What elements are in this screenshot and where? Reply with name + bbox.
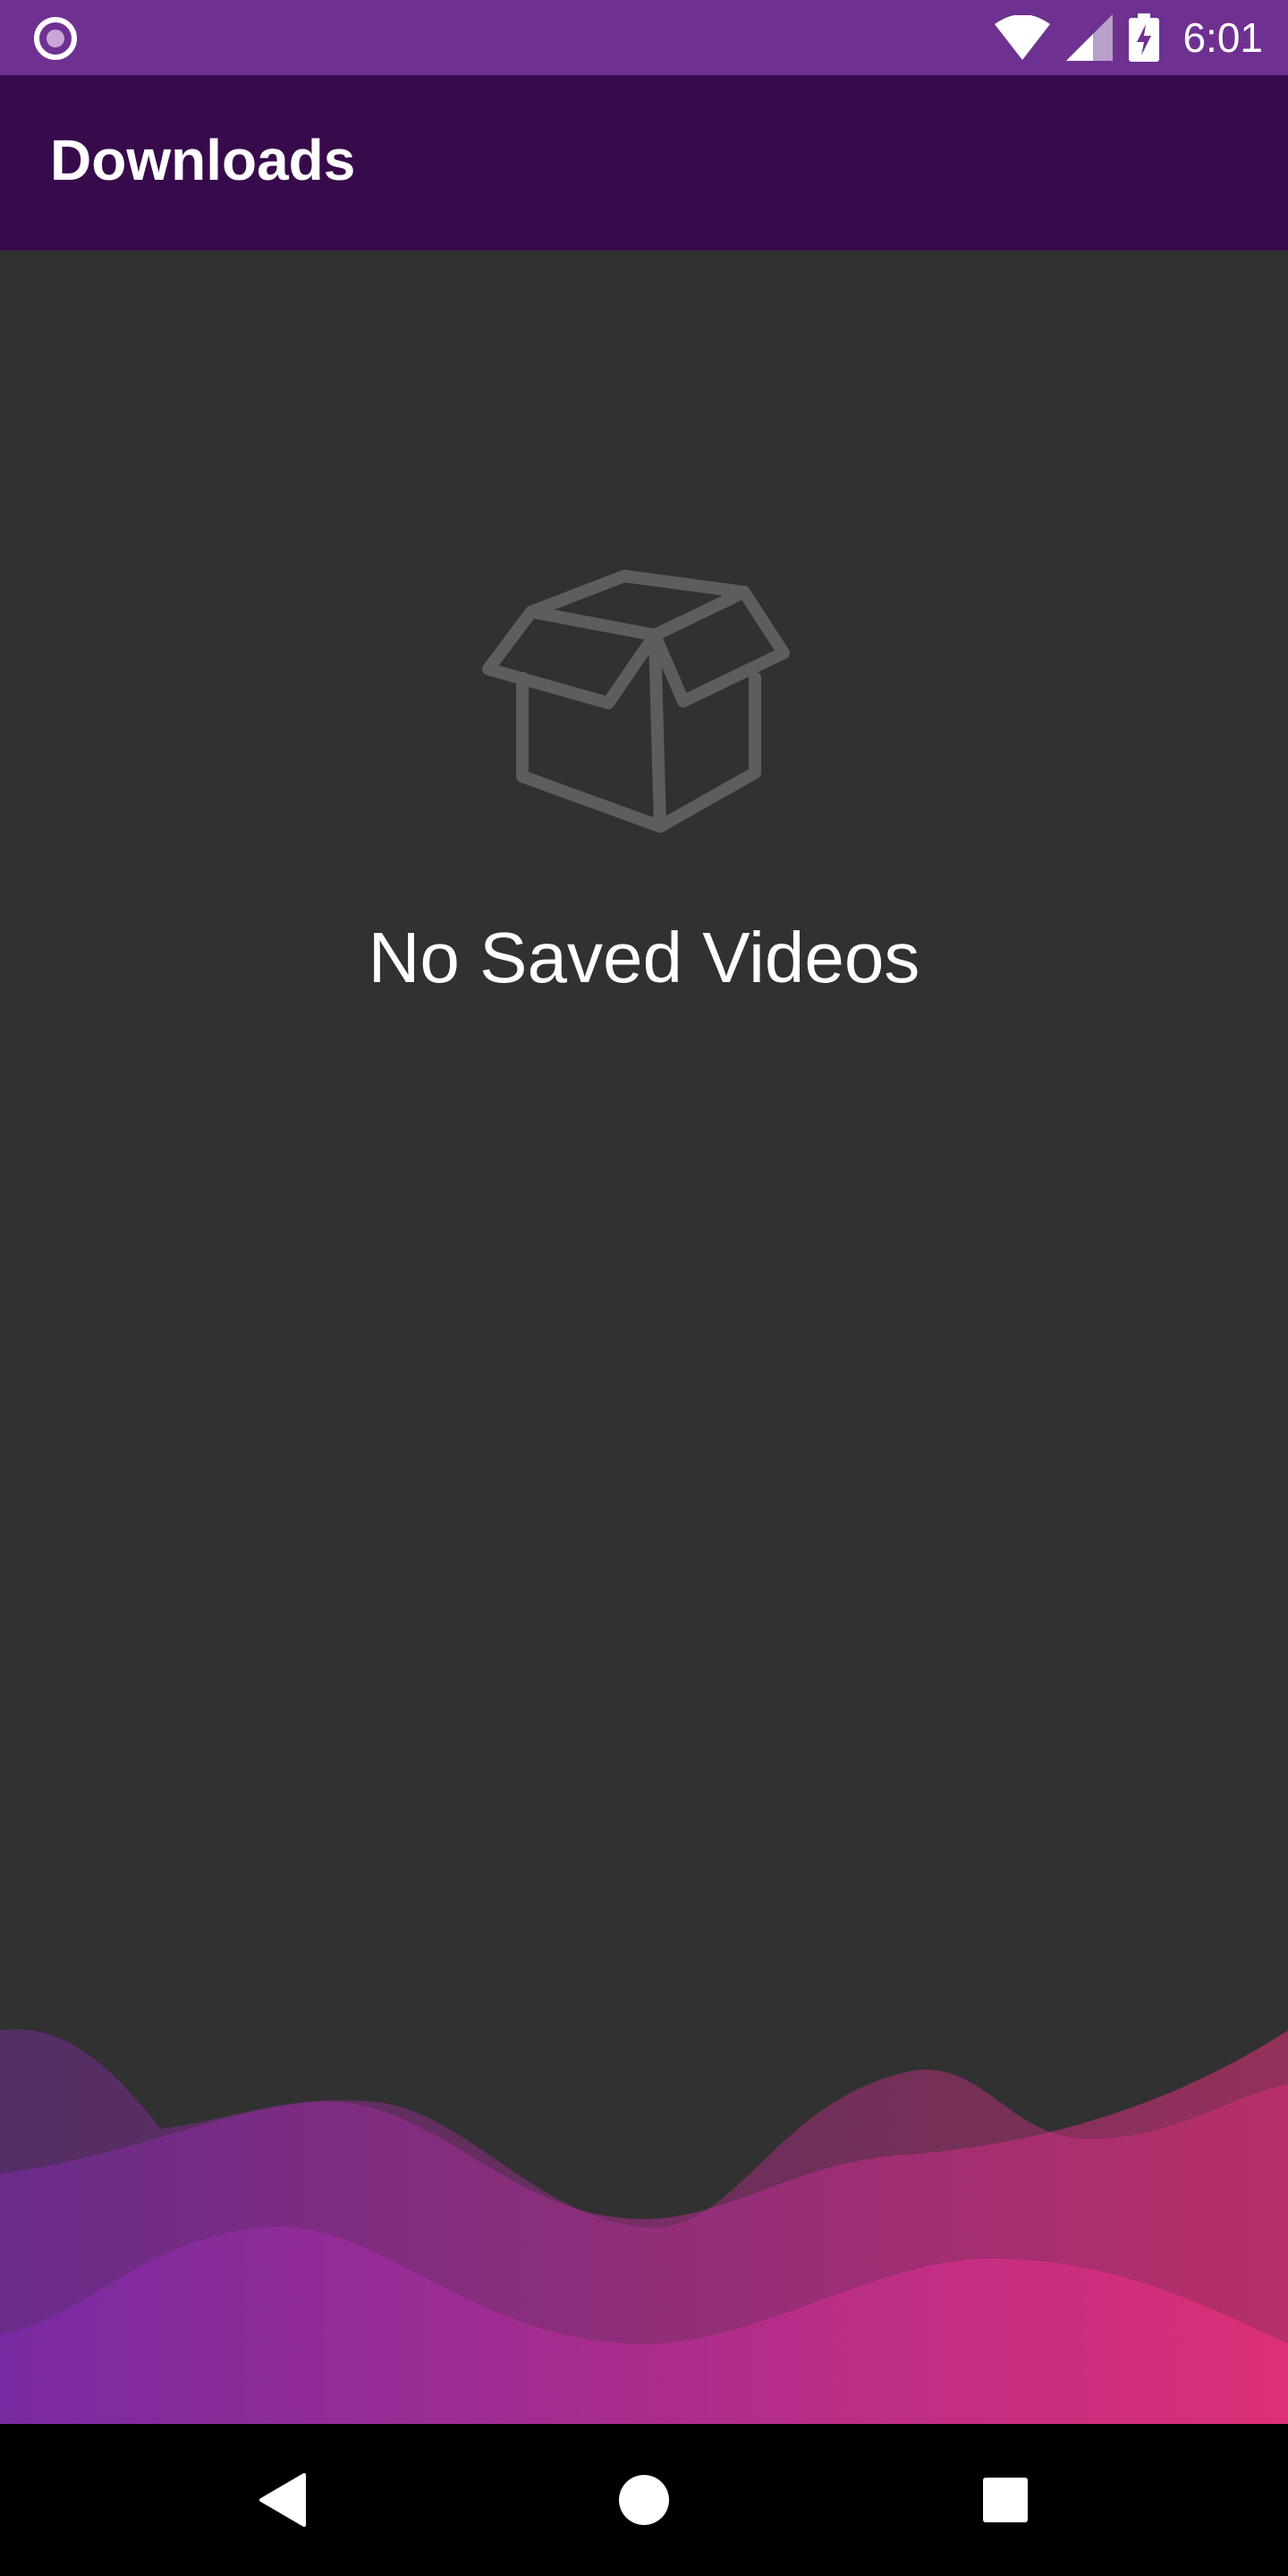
status-icons: 6:01 [995, 0, 1263, 75]
record-indicator-icon [34, 17, 77, 60]
cell-signal-icon [1066, 14, 1114, 61]
recents-square-icon [983, 2478, 1028, 2522]
decorative-waves [0, 2029, 1288, 2428]
back-triangle-icon [259, 2473, 306, 2527]
page-title: Downloads [50, 128, 356, 192]
status-time: 6:01 [1182, 14, 1263, 61]
home-button[interactable] [572, 2424, 716, 2576]
app-bar: Downloads [0, 75, 1288, 250]
empty-state-message: No Saved Videos [368, 918, 920, 997]
downloads-screen: 6:01 Downloads No Saved Videos [0, 0, 1288, 2576]
navigation-bar [0, 2424, 1288, 2576]
battery-charging-icon [1129, 13, 1160, 62]
status-bar: 6:01 [0, 0, 1288, 75]
back-button[interactable] [211, 2424, 354, 2576]
recents-button[interactable] [934, 2424, 1077, 2576]
home-circle-icon [619, 2475, 669, 2525]
wifi-icon [995, 15, 1051, 60]
open-box-icon [482, 570, 790, 833]
